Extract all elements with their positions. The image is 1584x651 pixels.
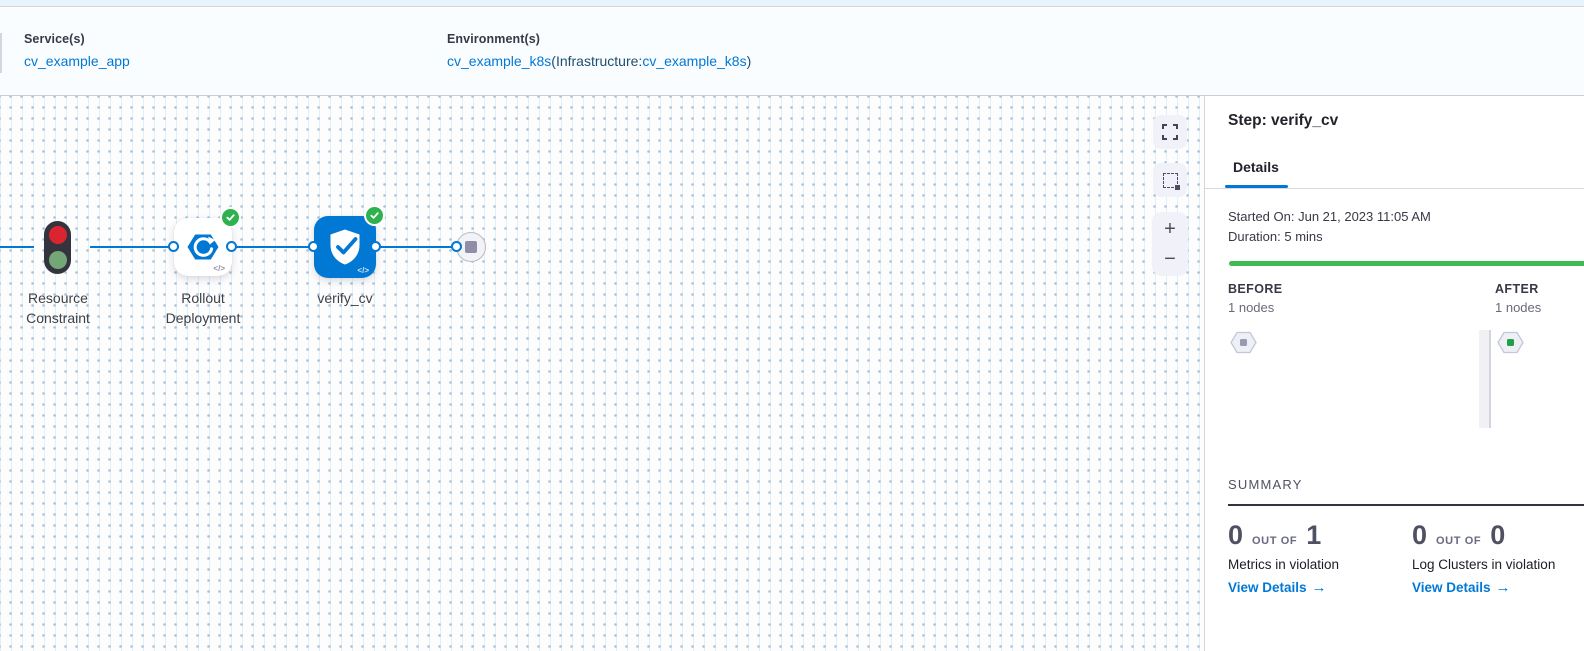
out-of-label: OUT OF	[1252, 535, 1297, 547]
panel-title: Step: verify_cv	[1228, 112, 1338, 130]
node-label-resource-constraint: Resource Constraint	[0, 288, 118, 329]
node-verify-cv[interactable]: </>	[314, 216, 376, 278]
logs-view-details-link[interactable]: View Details →	[1412, 579, 1584, 596]
step-code-icon: </>	[213, 264, 225, 273]
metrics-violation-count: 0	[1228, 520, 1243, 550]
success-badge-icon	[222, 209, 239, 226]
execution-context-header: Service(s) cv_example_app Environment(s)…	[0, 8, 1584, 96]
canvas-zoom-control[interactable]: + −	[1152, 212, 1188, 276]
step-code-icon: </>	[357, 266, 369, 275]
canvas-marquee-select-button[interactable]	[1153, 163, 1187, 197]
infrastructure-suffix: )	[747, 53, 752, 69]
infrastructure-prefix: (Infrastructure:	[551, 53, 642, 69]
top-accent-bar	[0, 0, 1584, 7]
canvas-fullscreen-button[interactable]	[1153, 115, 1187, 149]
infrastructure-link[interactable]: cv_example_k8s	[642, 53, 746, 69]
rollout-deployment-icon	[185, 229, 221, 265]
port-verify-right	[370, 241, 381, 252]
success-badge-icon	[366, 207, 383, 224]
verification-progress-bar	[1229, 261, 1584, 266]
logs-caption: Log Clusters in violation	[1412, 557, 1584, 572]
before-label: BEFORE	[1228, 282, 1283, 296]
step-details-panel: Step: verify_cv Details Started On: Jun …	[1204, 96, 1584, 651]
marquee-select-icon	[1163, 173, 1178, 188]
environment-block: Environment(s) cv_example_k8s(Infrastruc…	[447, 32, 751, 69]
pipeline-canvas[interactable]: </> </> Resource Constraint Rollout Depl…	[0, 96, 1204, 651]
view-details-label: View Details	[1228, 580, 1307, 595]
port-end-left	[451, 241, 462, 252]
arrow-right-icon: →	[1312, 579, 1327, 596]
metrics-total-count: 1	[1306, 520, 1321, 550]
logs-total-count: 0	[1490, 520, 1505, 550]
view-details-label: View Details	[1412, 580, 1491, 595]
verify-shield-icon	[328, 228, 362, 266]
service-link[interactable]: cv_example_app	[24, 53, 130, 69]
node-label-rollout-deployment: Rollout Deployment	[143, 288, 263, 329]
after-label: AFTER	[1495, 282, 1539, 296]
out-of-label: OUT OF	[1436, 535, 1481, 547]
service-label: Service(s)	[24, 32, 130, 46]
log-clusters-summary: 0 OUT OF 0 Log Clusters in violation Vie…	[1412, 520, 1584, 596]
metrics-caption: Metrics in violation	[1228, 557, 1408, 572]
port-verify-left	[308, 241, 319, 252]
logs-violation-count: 0	[1412, 520, 1427, 550]
environment-label: Environment(s)	[447, 32, 751, 46]
arrow-right-icon: →	[1496, 579, 1511, 596]
zoom-in-button[interactable]: +	[1164, 218, 1176, 240]
traffic-light-red-icon	[49, 226, 67, 244]
pipeline-execution-view: Service(s) cv_example_app Environment(s)…	[0, 0, 1584, 651]
before-node-count: 1 nodes	[1228, 300, 1274, 315]
duration-text: Duration: 5 mins	[1228, 229, 1323, 244]
node-resource-constraint[interactable]	[44, 221, 71, 274]
before-column-scrollbar[interactable]	[1479, 330, 1491, 428]
stop-icon	[465, 241, 477, 253]
tab-details[interactable]: Details	[1233, 159, 1279, 175]
environment-link[interactable]: cv_example_k8s	[447, 53, 551, 69]
metrics-summary: 0 OUT OF 1 Metrics in violation View Det…	[1228, 520, 1408, 596]
after-node-count: 1 nodes	[1495, 300, 1541, 315]
zoom-out-button[interactable]: −	[1164, 248, 1176, 270]
edge-verify-to-end	[376, 246, 457, 248]
edge-rollout-to-verify	[232, 246, 314, 248]
fullscreen-icon	[1162, 124, 1178, 140]
node-rollout-deployment[interactable]: </>	[174, 218, 232, 276]
header-left-edge	[0, 33, 2, 73]
tab-divider	[1205, 188, 1584, 189]
edge-incoming	[0, 246, 34, 248]
summary-divider	[1228, 504, 1584, 506]
edge-constraint-to-rollout	[90, 246, 174, 248]
port-rollout-right	[226, 241, 237, 252]
service-block: Service(s) cv_example_app	[24, 32, 130, 69]
after-node-hexagon-icon[interactable]	[1497, 329, 1524, 356]
started-on-text: Started On: Jun 21, 2023 11:05 AM	[1228, 209, 1431, 224]
metrics-view-details-link[interactable]: View Details →	[1228, 579, 1408, 596]
node-label-verify-cv: verify_cv	[285, 288, 405, 308]
before-node-hexagon-icon[interactable]	[1230, 329, 1257, 356]
traffic-light-green-icon	[49, 251, 67, 269]
port-rollout-left	[168, 241, 179, 252]
summary-heading: SUMMARY	[1228, 477, 1303, 492]
